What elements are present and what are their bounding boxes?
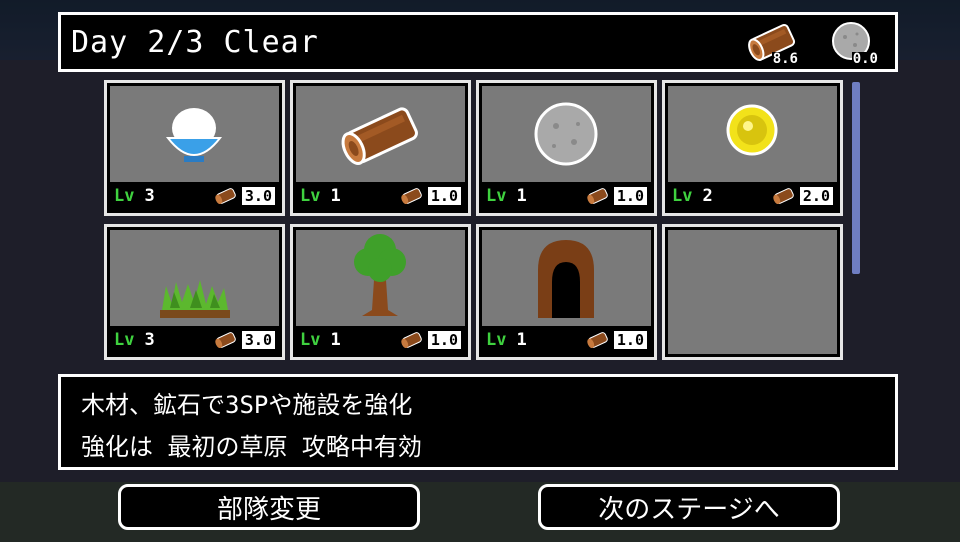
rice-bowl-icon xyxy=(165,108,223,162)
upgrade-grid: Lv 3 3.0 Lv 1 1.0 Lv 1 1.0 Lv 2 2.0 Lv 3… xyxy=(104,80,844,360)
page-title: Day 2/3 Clear xyxy=(71,25,319,60)
description-line-2: 強化は 最初の草原 攻略中有効 xyxy=(81,433,422,461)
card-art xyxy=(482,230,651,326)
wood-log-icon xyxy=(215,188,236,204)
card-footer: Lv 3 3.0 xyxy=(110,182,279,210)
wood-log-icon xyxy=(215,332,236,348)
level-label: Lv xyxy=(486,330,507,350)
cave-icon xyxy=(538,240,594,318)
card-art-empty xyxy=(668,230,837,354)
card-art xyxy=(110,230,279,326)
cost: 2.0 xyxy=(772,187,833,205)
cost: 1.0 xyxy=(586,187,647,205)
gold-coin-icon xyxy=(726,104,778,156)
card-footer: Lv 2 2.0 xyxy=(668,182,837,210)
card-art xyxy=(482,86,651,182)
card-footer: Lv 1 1.0 xyxy=(482,326,651,354)
wood-log-icon xyxy=(401,332,422,348)
card-footer: Lv 1 1.0 xyxy=(482,182,651,210)
next-stage-button[interactable]: 次のステージへ xyxy=(538,484,840,530)
wood-log-icon xyxy=(587,332,608,348)
level-value: 1 xyxy=(330,186,341,206)
level-value: 2 xyxy=(702,186,713,206)
stone-count: 0.0 xyxy=(851,51,879,67)
wood-resource: 8.6 xyxy=(745,19,801,67)
cost-value: 1.0 xyxy=(427,331,461,349)
cost-value: 3.0 xyxy=(241,331,275,349)
cost-value: 3.0 xyxy=(241,187,275,205)
cost: 1.0 xyxy=(400,187,461,205)
upgrade-card-rice-bowl[interactable]: Lv 3 3.0 xyxy=(104,80,285,216)
upgrade-card-stone-ore[interactable]: Lv 1 1.0 xyxy=(476,80,657,216)
cost-value: 1.0 xyxy=(613,187,647,205)
cost: 3.0 xyxy=(214,331,275,349)
grass-field-icon xyxy=(160,280,230,318)
level-label: Lv xyxy=(672,186,693,206)
upgrade-card-tree[interactable]: Lv 1 1.0 xyxy=(290,224,471,360)
card-footer: Lv 1 1.0 xyxy=(296,326,465,354)
stone-resource: 0.0 xyxy=(825,19,881,67)
stone-ore-icon xyxy=(534,102,598,166)
level-label: Lv xyxy=(114,330,135,350)
card-art xyxy=(296,230,465,326)
wood-log-icon xyxy=(401,188,422,204)
upgrade-card-gold-coin[interactable]: Lv 2 2.0 xyxy=(662,80,843,216)
level-label: Lv xyxy=(300,330,321,350)
cost-value: 1.0 xyxy=(613,331,647,349)
card-art xyxy=(296,86,465,182)
card-footer: Lv 1 1.0 xyxy=(296,182,465,210)
cost: 1.0 xyxy=(586,331,647,349)
description-line-1: 木材、鉱石で3SPや施設を強化 xyxy=(81,391,413,419)
upgrade-card-empty xyxy=(662,224,843,360)
level-label: Lv xyxy=(300,186,321,206)
card-art xyxy=(110,86,279,182)
scrollbar[interactable] xyxy=(852,82,860,274)
cost: 1.0 xyxy=(400,331,461,349)
card-footer: Lv 3 3.0 xyxy=(110,326,279,354)
cost-value: 1.0 xyxy=(427,187,461,205)
level-value: 1 xyxy=(516,330,527,350)
wood-count: 8.6 xyxy=(771,51,799,67)
level-value: 3 xyxy=(144,186,155,206)
wood-log-icon xyxy=(587,188,608,204)
level-label: Lv xyxy=(486,186,507,206)
header-panel: Day 2/3 Clear 8.6 0.0 xyxy=(58,12,898,72)
upgrade-card-cave[interactable]: Lv 1 1.0 xyxy=(476,224,657,360)
description-panel: 木材、鉱石で3SPや施設を強化 強化は 最初の草原 攻略中有効 xyxy=(58,374,898,470)
card-art xyxy=(668,86,837,182)
wood-log-icon xyxy=(341,107,418,165)
level-value: 1 xyxy=(516,186,527,206)
tree-icon xyxy=(354,234,406,316)
upgrade-card-wood-log[interactable]: Lv 1 1.0 xyxy=(290,80,471,216)
cost-value: 2.0 xyxy=(799,187,833,205)
formation-change-button[interactable]: 部隊変更 xyxy=(118,484,420,530)
level-label: Lv xyxy=(114,186,135,206)
wood-log-icon xyxy=(773,188,794,204)
cost: 3.0 xyxy=(214,187,275,205)
level-value: 3 xyxy=(144,330,155,350)
upgrade-card-grass-field[interactable]: Lv 3 3.0 xyxy=(104,224,285,360)
level-value: 1 xyxy=(330,330,341,350)
